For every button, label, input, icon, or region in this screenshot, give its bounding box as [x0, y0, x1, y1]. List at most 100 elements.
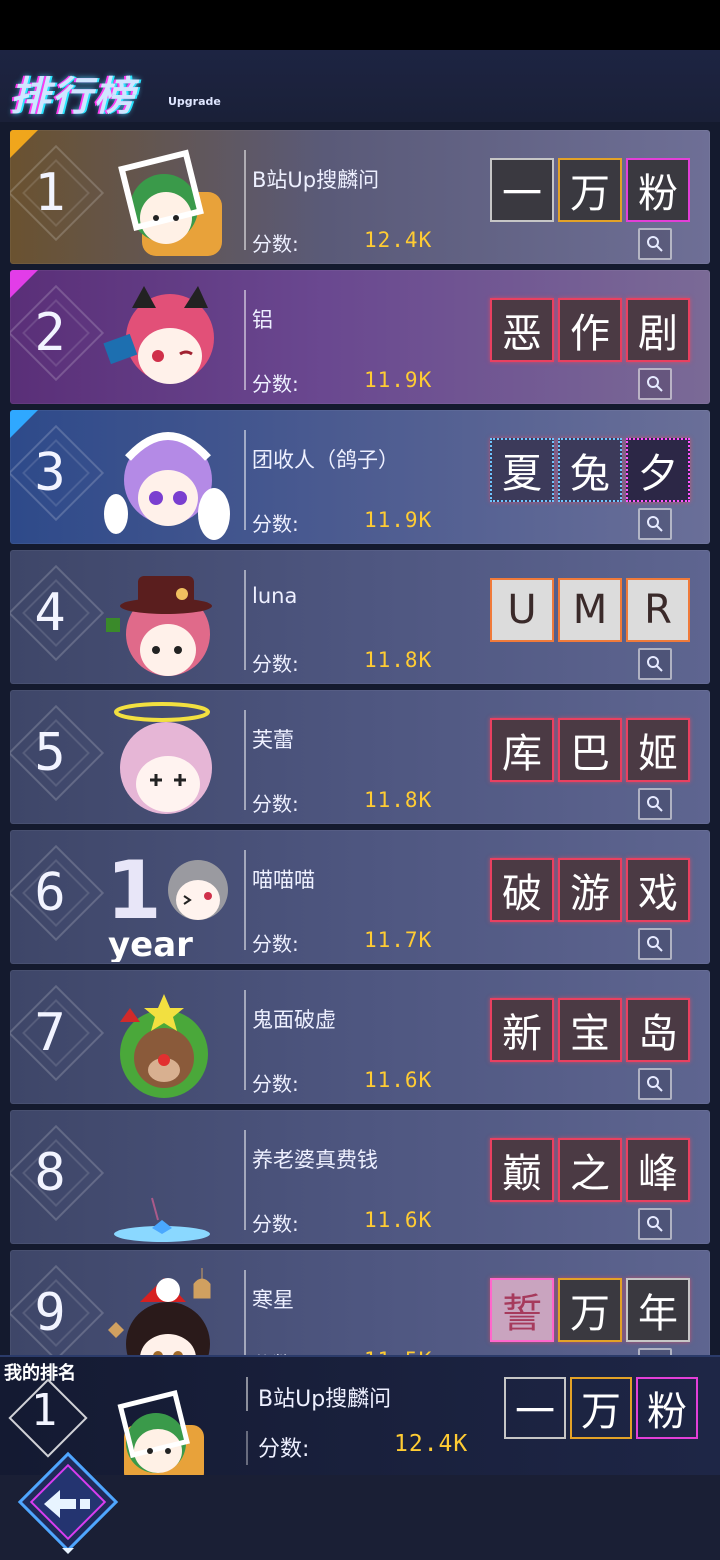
svg-text:1: 1 — [106, 844, 162, 937]
magnifier-icon — [647, 236, 663, 252]
title-badge: 巴 — [558, 718, 622, 782]
divider — [244, 430, 246, 530]
rank-number: 7 — [34, 1003, 66, 1063]
score-label: 分数: — [252, 1348, 299, 1355]
view-profile-button[interactable] — [638, 1068, 672, 1100]
leaderboard-row[interactable]: 5 芙蕾 分数: 11.8K 库巴姬 — [10, 690, 710, 824]
divider — [244, 150, 246, 250]
back-arrow-icon[interactable] — [14, 1448, 122, 1556]
player-score: 11.7K — [364, 928, 433, 952]
rank-number: 8 — [34, 1143, 66, 1203]
title-badge: 峰 — [626, 1138, 690, 1202]
player-avatar — [114, 1197, 210, 1242]
svg-text:year: year — [108, 925, 193, 962]
my-score-label: 分数: — [258, 1437, 310, 1462]
divider — [244, 1270, 246, 1355]
view-profile-button[interactable] — [638, 788, 672, 820]
title-badge: 宝 — [558, 998, 622, 1062]
player-name: 团收人（鸽子） — [252, 448, 399, 472]
leaderboard-row[interactable]: 7 鬼面破虚 分数: 11.6K 新宝岛 — [10, 970, 710, 1104]
title-badge: 夕 — [626, 438, 690, 502]
leaderboard-row[interactable]: 4 luna 分数: 11.8K U M R — [10, 550, 710, 684]
my-name: B站Up搜麟问 — [258, 1387, 392, 1412]
rank-number: 9 — [34, 1283, 66, 1343]
my-score: 12.4K — [394, 1431, 469, 1457]
rank-box: 4 — [10, 550, 105, 684]
title-badge: 之 — [558, 1138, 622, 1202]
divider — [244, 570, 246, 670]
title-badge: 岛 — [626, 998, 690, 1062]
player-name: 寒星 — [252, 1288, 294, 1312]
title-badge: M — [558, 578, 622, 642]
title-badge: 夏 — [490, 438, 554, 502]
player-score: 11.6K — [364, 1208, 433, 1232]
leaderboard-row[interactable]: 8 养老婆真费钱 分数: 11.6K 巅之峰 — [10, 1110, 710, 1244]
player-score: 11.6K — [364, 1068, 433, 1092]
player-avatar — [103, 286, 214, 384]
leaderboard-row[interactable]: 2 铝分数: 11.9K 恶作剧 — [10, 270, 710, 404]
player-avatar: 1year — [106, 844, 228, 962]
view-profile-button[interactable] — [638, 228, 672, 260]
title-badge: 作 — [558, 298, 622, 362]
title-badge: 游 — [558, 858, 622, 922]
divider — [244, 1130, 246, 1230]
divider — [244, 850, 246, 950]
view-profile-button[interactable] — [638, 1348, 672, 1355]
title-badge: 粉 — [626, 158, 690, 222]
page-subtitle: Upgrade — [168, 95, 221, 108]
view-profile-button[interactable] — [638, 1208, 672, 1240]
title-badge: 剧 — [626, 298, 690, 362]
title-badge: 库 — [490, 718, 554, 782]
player-score: 11.9K — [364, 508, 433, 532]
player-name: 鬼面破虚 — [252, 1008, 336, 1032]
view-profile-button[interactable] — [638, 928, 672, 960]
view-profile-button[interactable] — [638, 368, 672, 400]
leaderboard-row[interactable]: 3 团收人（鸽子） 分数: 11.9K 夏兔夕 — [10, 410, 710, 544]
title-badge: 一 — [504, 1377, 566, 1439]
view-profile-button[interactable] — [638, 508, 672, 540]
rank-box: 2 — [10, 270, 105, 404]
title-badge: 姬 — [626, 718, 690, 782]
title-badge: 新 — [490, 998, 554, 1062]
leaderboard-list[interactable]: 1 B站Up搜麟问 分数: 12.4K 一万粉 2 铝分数: 11.9K 恶作剧 3 团收人（鸽子）… — [0, 122, 720, 1355]
player-score: 11.9K — [364, 368, 433, 392]
score-label: 分数: — [252, 792, 299, 816]
rank-number: 2 — [34, 303, 66, 363]
rank-box: 9 — [10, 1250, 105, 1355]
divider — [244, 710, 246, 810]
rank-box: 7 — [10, 970, 105, 1104]
divider — [246, 1377, 248, 1411]
player-avatar — [114, 702, 212, 814]
view-profile-button[interactable] — [638, 648, 672, 680]
rank-number: 5 — [34, 723, 66, 783]
leaderboard-row[interactable]: 9 寒星分数: 11.5K 誓万年 — [10, 1250, 710, 1355]
title-badge: 粉 — [636, 1377, 698, 1439]
player-score: 11.5K — [364, 1348, 432, 1355]
rank-number: 1 — [34, 163, 66, 223]
title-badge: R — [626, 578, 690, 642]
rank-box: 6 — [10, 830, 105, 964]
leaderboard-row[interactable]: 6 1 year 喵喵喵 分数: 11.7K 破游戏 — [10, 830, 710, 964]
rank-number: 6 — [34, 863, 66, 923]
header: 排行榜 Upgrade — [0, 50, 720, 122]
score-label: 分数: — [252, 932, 299, 956]
title-badge: 万 — [570, 1377, 632, 1439]
title-badge: 誓 — [490, 1278, 554, 1342]
title-badge: 破 — [490, 858, 554, 922]
rank-box: 1 — [10, 130, 105, 264]
player-avatar — [104, 432, 230, 540]
score-label: 分数: — [252, 1212, 299, 1236]
title-badge: 戏 — [626, 858, 690, 922]
page-title: 排行榜 — [10, 74, 136, 120]
player-avatar — [108, 1268, 211, 1355]
player-name: luna — [252, 584, 298, 608]
title-badge: 兔 — [558, 438, 622, 502]
player-name: B站Up搜麟问 — [252, 168, 380, 192]
my-rank-number: 1 — [30, 1385, 58, 1436]
status-bar — [0, 0, 720, 50]
title-badge: 巅 — [490, 1138, 554, 1202]
player-name: 铝 — [252, 308, 273, 332]
leaderboard-row[interactable]: 1 B站Up搜麟问 分数: 12.4K 一万粉 — [10, 130, 710, 264]
player-name: 养老婆真费钱 — [252, 1148, 378, 1172]
title-badge: 恶 — [490, 298, 554, 362]
